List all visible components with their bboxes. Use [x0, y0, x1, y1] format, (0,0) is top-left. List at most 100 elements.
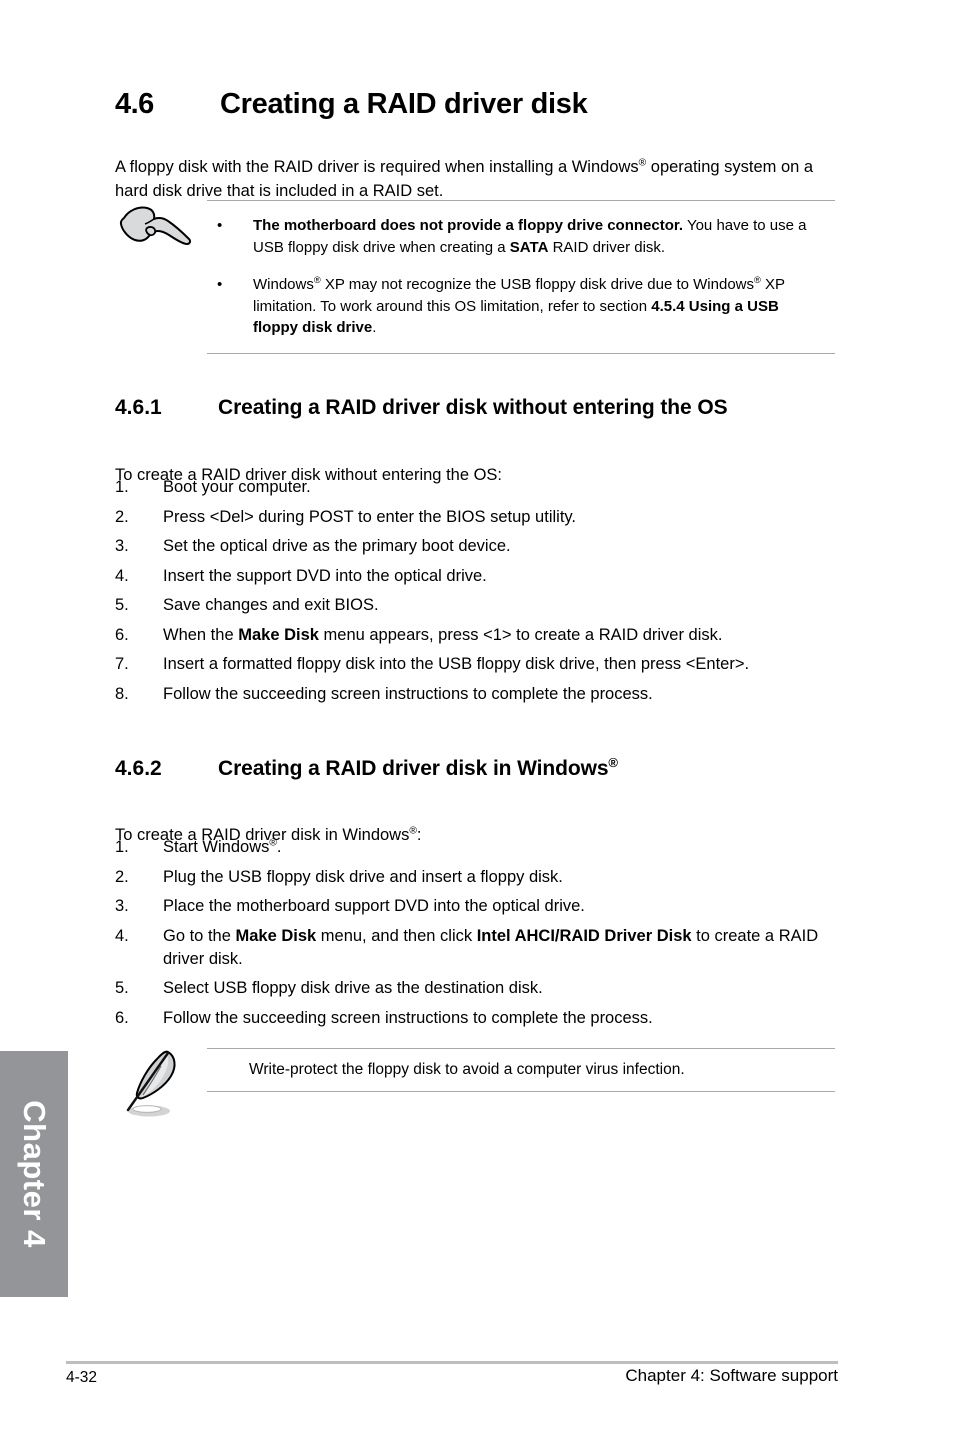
note-text-b: XP may not recognize the USB floppy disk… — [320, 276, 754, 293]
list-item-text-mid: menu, and then click — [316, 926, 477, 945]
registered-mark-icon: ® — [754, 275, 761, 285]
bullet-icon: • — [217, 217, 223, 234]
subsection-title-text: Creating a RAID driver disk in Windows — [218, 757, 609, 780]
list-item-text: Follow the succeeding screen instruction… — [163, 683, 845, 706]
note-text-a: Windows — [253, 276, 314, 293]
list-item-text-post: menu appears, press <1> to create a RAID… — [318, 625, 723, 644]
list-item-text: Press <Del> during POST to enter the BIO… — [163, 506, 845, 529]
list-item-text: Save changes and exit BIOS. — [163, 594, 845, 617]
registered-mark-icon: ® — [269, 837, 277, 849]
list-item-text: Go to the Make Disk menu, and then click… — [163, 925, 845, 971]
list-item-text: Insert the support DVD into the optical … — [163, 565, 845, 588]
list-item-text-pre: Start Windows — [163, 838, 270, 856]
pointing-hand-icon — [115, 200, 201, 270]
note-text-tail: RAID driver disk. — [548, 238, 666, 256]
subsection-heading-461: 4.6.1 Creating a RAID driver disk withou… — [115, 396, 875, 420]
note-box-top: • The motherboard does not provide a flo… — [115, 200, 835, 354]
note-box-bottom: Write-protect the floppy disk to avoid a… — [115, 1048, 835, 1117]
note-text: Write-protect the floppy disk to avoid a… — [249, 1061, 685, 1078]
list-item-text-bold: Make Disk — [235, 926, 317, 945]
list-item-text: Insert a formatted floppy disk into the … — [163, 653, 845, 676]
document-page: Chapter 4 4.6 Creating a RAID driver dis… — [0, 0, 954, 1438]
subsection-title: Creating a RAID driver disk in Windows® — [218, 755, 618, 781]
list-item-text-pre: Press <Del> during POST to enter the BIO… — [163, 507, 577, 526]
section-heading: 4.6 Creating a RAID driver disk — [115, 88, 835, 121]
list-item-number: 6. — [115, 1008, 129, 1027]
list-item-text-pre: Select USB floppy disk drive as the dest… — [163, 979, 543, 997]
list-item-number: 6. — [115, 625, 129, 644]
list-item-text-post: . — [276, 838, 282, 856]
subsection-heading-462: 4.6.2 Creating a RAID driver disk in Win… — [115, 755, 875, 781]
section-intro-paragraph: A floppy disk with the RAID driver is re… — [115, 155, 827, 203]
list-item-number: 5. — [115, 596, 129, 614]
note-bold-lead: The motherboard does not provide a flopp… — [253, 217, 684, 234]
list-item-text-pre: Insert the support DVD into the optical … — [163, 566, 487, 585]
list-item: 3. Place the motherboard support DVD int… — [115, 895, 845, 918]
list-item-number: 8. — [115, 684, 129, 703]
bullet-icon: • — [217, 276, 223, 293]
list-item-number: 5. — [115, 979, 129, 997]
list-item-text-pre: Place the motherboard support DVD into t… — [163, 897, 585, 915]
list-item: 6. When the Make Disk menu appears, pres… — [115, 624, 845, 647]
list-item: 5. Save changes and exit BIOS. — [115, 594, 845, 617]
list-item-text-pre: When the — [163, 625, 239, 644]
list-item-text-pre: Boot your computer. — [163, 478, 311, 496]
registered-mark-icon: ® — [313, 275, 321, 285]
list-item-number: 4. — [115, 926, 129, 945]
list-item-text: Plug the USB floppy disk drive and inser… — [163, 866, 845, 889]
list-item-text: When the Make Disk menu appears, press <… — [163, 624, 845, 647]
section-title: Creating a RAID driver disk — [220, 88, 588, 120]
note-bullet-text: The motherboard does not provide a flopp… — [253, 215, 835, 258]
list-item: 7. Insert a formatted floppy disk into t… — [115, 653, 845, 676]
list-item-text: Follow the succeeding screen instruction… — [163, 1007, 845, 1030]
list-item-text-pre: Set the optical drive as the primary boo… — [163, 537, 511, 555]
list-item-text: Boot your computer. — [163, 476, 845, 499]
list-item-text: Start Windows®. — [163, 836, 845, 859]
list-item-text-bold2: Intel AHCI/RAID Driver Disk — [476, 926, 692, 945]
list-item-number: 2. — [115, 867, 129, 886]
list-item-text-pre: Insert a formatted floppy disk into the … — [163, 655, 750, 673]
list-item-number: 2. — [115, 507, 129, 526]
steps-list-461: 1. Boot your computer. 2. Press <Del> du… — [115, 476, 845, 712]
list-item: 2. Press <Del> during POST to enter the … — [115, 506, 845, 529]
note-bullet-item: • Windows® XP may not recognize the USB … — [207, 274, 835, 339]
subsection-title: Creating a RAID driver disk without ente… — [218, 396, 728, 419]
list-item-text-pre: Follow the succeeding screen instruction… — [163, 684, 653, 703]
list-item-text: Select USB floppy disk drive as the dest… — [163, 977, 845, 1000]
list-item: 4. Go to the Make Disk menu, and then cl… — [115, 925, 845, 971]
note-bullet-text: Windows® XP may not recognize the USB fl… — [253, 274, 835, 339]
list-item: 4. Insert the support DVD into the optic… — [115, 565, 845, 588]
note-box-top-content: • The motherboard does not provide a flo… — [207, 200, 835, 354]
note-box-bottom-content: Write-protect the floppy disk to avoid a… — [207, 1048, 835, 1092]
footer-page-number: 4-32 — [66, 1369, 98, 1386]
feather-pen-icon — [115, 1046, 201, 1128]
list-item-text-pre: Follow the succeeding screen instruction… — [163, 1008, 653, 1027]
list-item-number: 3. — [115, 897, 129, 915]
chapter-tab: Chapter 4 — [0, 1051, 68, 1297]
list-item-number: 7. — [115, 655, 129, 673]
list-item-number: 4. — [115, 566, 129, 585]
list-item-text-pre: Plug the USB floppy disk drive and inser… — [163, 867, 563, 886]
registered-mark-icon: ® — [409, 825, 417, 836]
footer-divider — [66, 1361, 838, 1364]
list-item: 5. Select USB floppy disk drive as the d… — [115, 977, 845, 1000]
footer-chapter-label: Chapter 4: Software support — [625, 1366, 838, 1385]
list-item: 1. Start Windows®. — [115, 836, 845, 859]
list-item: 6. Follow the succeeding screen instruct… — [115, 1007, 845, 1030]
registered-mark-icon: ® — [608, 755, 618, 770]
list-item-text-bold: Make Disk — [238, 625, 319, 644]
subsection-number: 4.6.2 — [115, 757, 162, 780]
list-item: 3. Set the optical drive as the primary … — [115, 535, 845, 558]
steps-list-462: 1. Start Windows®. 2. Plug the USB flopp… — [115, 836, 845, 1036]
list-item-number: 3. — [115, 537, 129, 555]
chapter-tab-label: Chapter 4 — [17, 1100, 52, 1248]
list-item: 2. Plug the USB floppy disk drive and in… — [115, 866, 845, 889]
list-item-number: 1. — [115, 478, 129, 496]
note-bold-sata: SATA — [509, 238, 549, 256]
note-bullet-item: • The motherboard does not provide a flo… — [207, 215, 835, 258]
list-item-number: 1. — [115, 838, 129, 856]
note-text-d: . — [372, 319, 377, 336]
section-number: 4.6 — [115, 88, 154, 120]
list-item: 8. Follow the succeeding screen instruct… — [115, 683, 845, 706]
subsection-number: 4.6.1 — [115, 396, 162, 419]
